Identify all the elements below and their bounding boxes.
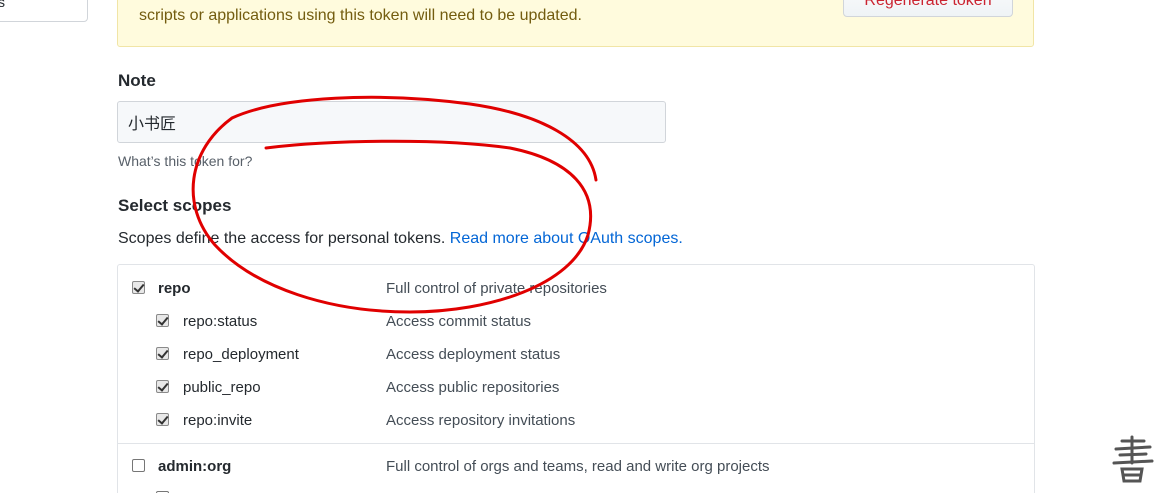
admin-org-checkbox[interactable] xyxy=(132,459,145,472)
repo-status-checkbox[interactable] xyxy=(156,314,169,327)
regenerate-token-button[interactable]: Regenerate token xyxy=(843,0,1013,17)
oauth-scopes-link[interactable]: Read more about OAuth scopes. xyxy=(450,230,683,247)
scope-description: Access repository invitations xyxy=(386,412,576,429)
repo-checkbox[interactable] xyxy=(132,281,145,294)
scope-description: Access commit status xyxy=(386,313,532,330)
repo-invite-checkbox[interactable] xyxy=(156,413,169,426)
sidebar-box xyxy=(0,0,88,22)
scopes-heading: Select scopes xyxy=(118,196,232,215)
scope-description: Access public repositories xyxy=(386,379,560,396)
note-input[interactable] xyxy=(117,101,666,143)
scope-name: repo:invite xyxy=(183,412,253,429)
token-warning-flash: scripts or applications using this token… xyxy=(117,0,1034,47)
watermark-seal xyxy=(1112,435,1154,483)
scope-name: repo xyxy=(158,280,191,297)
scope-table: repo Full control of private repositorie… xyxy=(117,264,1035,493)
warning-text: scripts or applications using this token… xyxy=(139,7,582,24)
public-repo-checkbox[interactable] xyxy=(156,380,169,393)
scope-description: Full control of orgs and teams, read and… xyxy=(386,458,770,475)
note-label: Note xyxy=(118,71,156,90)
scope-name: public_repo xyxy=(183,379,261,396)
scope-name: admin:org xyxy=(158,458,232,475)
scopes-description: Scopes define the access for personal to… xyxy=(118,230,683,248)
note-hint: What’s this token for? xyxy=(118,153,253,169)
sidebar-glyph: s xyxy=(0,0,5,10)
group-divider xyxy=(118,443,1034,444)
repo-deployment-checkbox[interactable] xyxy=(156,347,169,360)
scope-description: Access deployment status xyxy=(386,346,561,363)
scope-name: repo:status xyxy=(183,313,258,330)
scope-name: repo_deployment xyxy=(183,346,299,363)
scope-description: Full control of private repositories xyxy=(386,280,607,297)
scopes-description-text: Scopes define the access for personal to… xyxy=(118,230,446,247)
